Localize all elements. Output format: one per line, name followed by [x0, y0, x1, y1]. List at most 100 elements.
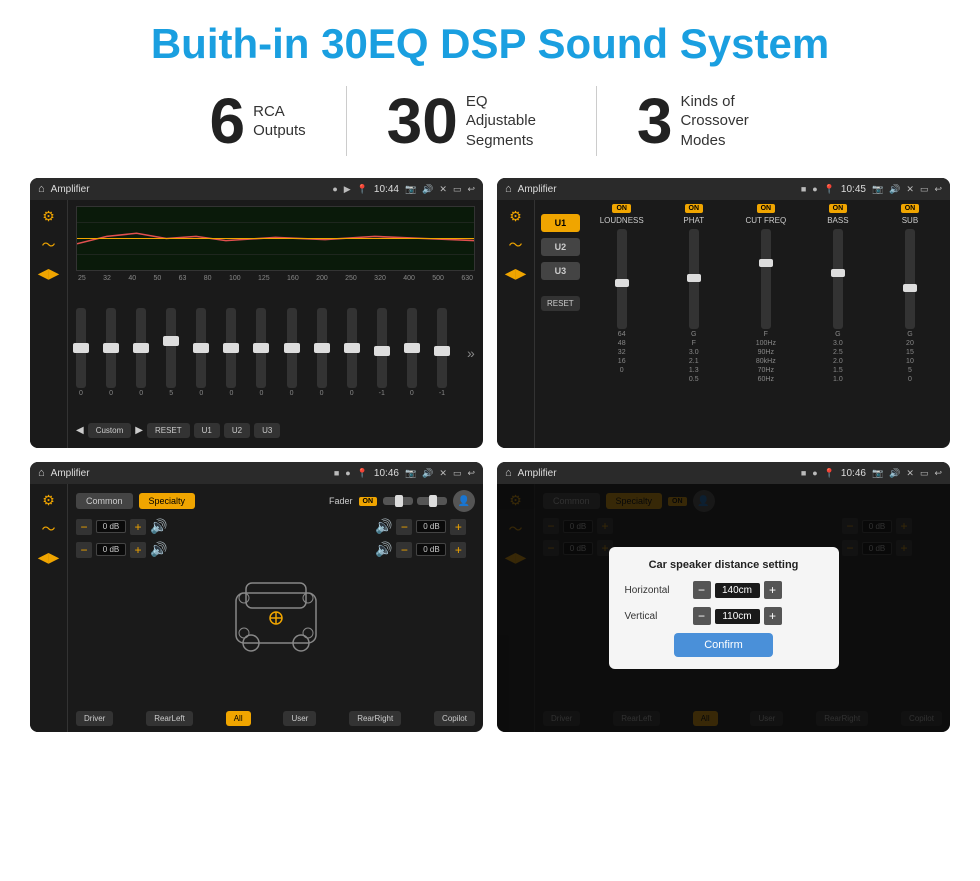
- eq-reset-button[interactable]: RESET: [147, 423, 190, 438]
- fader-left-sidebar: ⚙ 〜 ◀▶: [30, 484, 68, 732]
- confirm-button[interactable]: Confirm: [674, 633, 773, 657]
- crossover-u2-button[interactable]: U2: [541, 238, 580, 256]
- window-icon-2[interactable]: ▭: [920, 184, 929, 195]
- fader-tab-common[interactable]: Common: [76, 493, 133, 509]
- eq-slider-13: -1: [437, 308, 447, 397]
- fader-all-btn[interactable]: All: [226, 711, 251, 726]
- fader-driver-btn[interactable]: Driver: [76, 711, 113, 726]
- status-bar-2: ⌂ Amplifier ■ ● 📍 10:45 📷 🔊 ✕ ▭ ↩: [497, 178, 950, 200]
- back-icon-2[interactable]: ↩: [934, 184, 942, 195]
- speaker-icon-3: 🔊: [375, 518, 392, 535]
- back-icon-1[interactable]: ↩: [467, 184, 475, 195]
- window-icon-3[interactable]: ▭: [453, 468, 462, 479]
- camera-icon-4[interactable]: 📷: [872, 468, 883, 479]
- vertical-minus-btn[interactable]: −: [693, 607, 711, 625]
- profile-icon[interactable]: 👤: [453, 490, 475, 512]
- status-bar-3: ⌂ Amplifier ■ ● 📍 10:46 📷 🔊 ✕ ▭ ↩: [30, 462, 483, 484]
- crossover-screen-body: ⚙ 〜 ◀▶ U1 U2 U3 RESET ON LOUDNESS: [497, 200, 950, 448]
- dialog-vertical-stepper: − 110cm +: [693, 607, 782, 625]
- dialog-horizontal-row: Horizontal − 140cm +: [625, 581, 823, 599]
- window-icon-4[interactable]: ▭: [920, 468, 929, 479]
- cross-vol-icon[interactable]: ◀▶: [505, 265, 527, 282]
- status-title-2: Amplifier: [518, 184, 795, 195]
- eq-filter-icon[interactable]: ⚙: [42, 208, 55, 225]
- ctrl-phat-label: PHAT: [683, 216, 704, 225]
- db-minus-4[interactable]: −: [396, 542, 412, 558]
- eq-bottom-controls: ◀ Custom ▶ RESET U1 U2 U3: [76, 419, 475, 442]
- volume-icon-2[interactable]: 🔊: [889, 184, 900, 195]
- crossover-reset-button[interactable]: RESET: [541, 296, 580, 311]
- ctrl-sub-label: SUB: [902, 216, 918, 225]
- ctrl-phat-slider[interactable]: [689, 229, 699, 329]
- window-icon-1[interactable]: ▭: [453, 184, 462, 195]
- horizontal-minus-btn[interactable]: −: [693, 581, 711, 599]
- fader-rearleft-btn[interactable]: RearLeft: [146, 711, 193, 726]
- ctrl-bass-slider[interactable]: [833, 229, 843, 329]
- eq-u2-button[interactable]: U2: [224, 423, 250, 438]
- fader-vol-icon[interactable]: ◀▶: [38, 549, 60, 566]
- eq-play-button[interactable]: ▶: [135, 425, 143, 436]
- db-minus-3[interactable]: −: [396, 519, 412, 535]
- volume-icon-4[interactable]: 🔊: [889, 468, 900, 479]
- fader-left-db: − 0 dB + 🔊 − 0 dB + 🔊: [76, 518, 176, 707]
- home-icon-1[interactable]: ⌂: [38, 183, 45, 195]
- camera-icon-3[interactable]: 📷: [405, 468, 416, 479]
- stat-label-crossover: Kinds of Crossover Modes: [680, 92, 770, 151]
- fader-tab-specialty[interactable]: Specialty: [139, 493, 196, 509]
- eq-more-icon[interactable]: »: [467, 345, 475, 361]
- volume-icon-3[interactable]: 🔊: [422, 468, 433, 479]
- home-icon-2[interactable]: ⌂: [505, 183, 512, 195]
- cross-wave-icon[interactable]: 〜: [509, 235, 523, 255]
- fader-rearright-btn[interactable]: RearRight: [349, 711, 401, 726]
- eq-wave-icon[interactable]: 〜: [42, 235, 56, 255]
- cross-filter-icon[interactable]: ⚙: [509, 208, 522, 225]
- eq-u3-button[interactable]: U3: [254, 423, 280, 438]
- location-icon-2: 📍: [824, 184, 835, 195]
- back-icon-4[interactable]: ↩: [934, 468, 942, 479]
- play-icon-1[interactable]: ▶: [344, 184, 351, 195]
- eq-custom-button[interactable]: Custom: [88, 423, 132, 438]
- fader-slider-1[interactable]: [383, 497, 413, 505]
- vertical-plus-btn[interactable]: +: [764, 607, 782, 625]
- eq-left-sidebar: ⚙ 〜 ◀▶: [30, 200, 68, 448]
- eq-vol-icon[interactable]: ◀▶: [38, 265, 60, 282]
- back-icon-3[interactable]: ↩: [467, 468, 475, 479]
- crossover-u1-button[interactable]: U1: [541, 214, 580, 232]
- speaker-icon-2: 🔊: [150, 541, 167, 558]
- horizontal-plus-btn[interactable]: +: [764, 581, 782, 599]
- dialog-horizontal-label: Horizontal: [625, 585, 685, 596]
- crossover-u3-button[interactable]: U3: [541, 262, 580, 280]
- dot-icon-3: ■: [334, 468, 339, 478]
- x-icon-2[interactable]: ✕: [906, 184, 914, 195]
- eq-slider-2: 0: [106, 308, 116, 397]
- ctrl-cutfreq-slider[interactable]: [761, 229, 771, 329]
- camera-icon-1[interactable]: 📷: [405, 184, 416, 195]
- volume-icon-1[interactable]: 🔊: [422, 184, 433, 195]
- db-plus-3[interactable]: +: [450, 519, 466, 535]
- fader-wave-icon[interactable]: 〜: [42, 519, 56, 539]
- eq-u1-button[interactable]: U1: [194, 423, 220, 438]
- db-minus-2[interactable]: −: [76, 542, 92, 558]
- home-icon-3[interactable]: ⌂: [38, 467, 45, 479]
- stat-number-crossover: 3: [637, 89, 673, 153]
- camera-icon-2[interactable]: 📷: [872, 184, 883, 195]
- db-minus-1[interactable]: −: [76, 519, 92, 535]
- ctrl-loudness-slider[interactable]: [617, 229, 627, 329]
- x-icon-3[interactable]: ✕: [439, 468, 447, 479]
- fader-slider-2[interactable]: [417, 497, 447, 505]
- home-icon-4[interactable]: ⌂: [505, 467, 512, 479]
- fader-copilot-btn[interactable]: Copilot: [434, 711, 475, 726]
- status-time-4: 10:46: [841, 468, 866, 479]
- ctrl-sub-values: G20151050: [906, 331, 914, 383]
- fader-right-db: 🔊 − 0 dB + 🔊 − 0 dB +: [375, 518, 475, 707]
- fader-filter-icon[interactable]: ⚙: [42, 492, 55, 509]
- fader-user-btn[interactable]: User: [283, 711, 316, 726]
- eq-slider-11: -1: [377, 308, 387, 397]
- x-icon-1[interactable]: ✕: [439, 184, 447, 195]
- db-plus-4[interactable]: +: [450, 542, 466, 558]
- ctrl-sub-slider[interactable]: [905, 229, 915, 329]
- db-plus-2[interactable]: +: [130, 542, 146, 558]
- eq-prev-button[interactable]: ◀: [76, 425, 84, 436]
- db-plus-1[interactable]: +: [130, 519, 146, 535]
- x-icon-4[interactable]: ✕: [906, 468, 914, 479]
